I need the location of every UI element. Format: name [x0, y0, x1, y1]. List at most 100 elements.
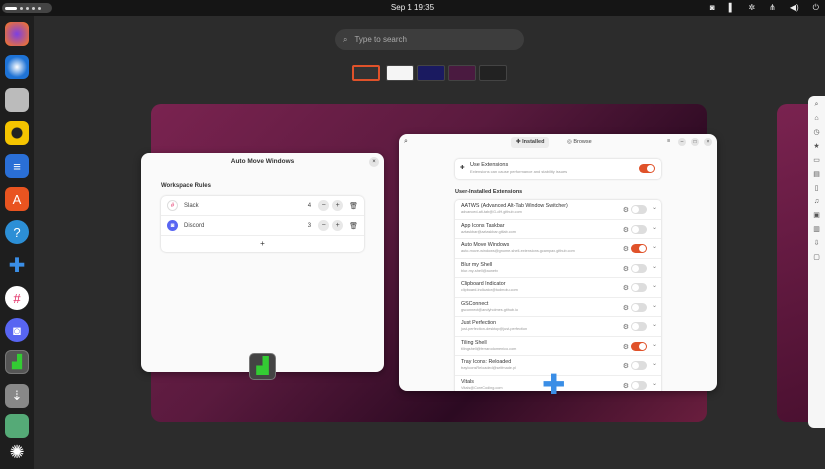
gear-icon[interactable]: ⚙: [623, 343, 629, 351]
extension-toggle[interactable]: [631, 205, 647, 214]
gear-icon[interactable]: ⚙: [623, 206, 629, 214]
gear-icon[interactable]: ⚙: [623, 323, 629, 331]
gear-icon[interactable]: ⚙: [623, 382, 629, 390]
extension-toggle[interactable]: [631, 341, 647, 351]
show-apps-icon[interactable]: ✺: [5, 440, 29, 464]
extension-toggle[interactable]: [631, 283, 647, 292]
extension-row: GSConnect gsconnect@andyholmes.github.io ⚙…: [455, 298, 661, 317]
extension-toggle[interactable]: [631, 224, 647, 234]
workspace-thumb-5[interactable]: [479, 65, 507, 81]
files-icon[interactable]: [5, 88, 29, 112]
downloads-icon[interactable]: ⇩: [814, 239, 820, 247]
music-icon[interactable]: ♫: [814, 198, 819, 205]
decrement-button[interactable]: −: [318, 200, 330, 211]
trash-icon[interactable]: [5, 414, 29, 438]
search-icon[interactable]: ⌕: [404, 138, 408, 146]
workspace-thumb-3[interactable]: [417, 65, 445, 81]
recent-icon[interactable]: ◷: [813, 128, 819, 136]
extension-name: AATWS (Advanced Alt-Tab Window Switcher): [461, 203, 568, 209]
chevron-down-icon[interactable]: ⌄: [652, 263, 657, 270]
power-icon[interactable]: ⏻: [813, 3, 819, 13]
gear-icon[interactable]: ⚙: [623, 304, 629, 312]
close-button[interactable]: ×: [369, 157, 379, 167]
chevron-down-icon[interactable]: ⌄: [652, 282, 657, 289]
writer-icon[interactable]: ≡: [5, 154, 29, 178]
increment-button[interactable]: +: [332, 220, 344, 231]
extension-toggle[interactable]: [631, 322, 647, 331]
delete-icon[interactable]: 🗑: [349, 222, 358, 230]
extension-toggle[interactable]: [631, 302, 647, 312]
clock[interactable]: Sep 1 19:35: [0, 3, 825, 12]
volume-icon[interactable]: ◀): [790, 3, 799, 13]
search-input[interactable]: ⌕ Type to search: [335, 29, 524, 50]
app-center-icon[interactable]: A: [5, 187, 29, 211]
use-extensions-title: Use Extensions: [470, 162, 509, 168]
close-button[interactable]: ×: [704, 138, 712, 146]
chevron-down-icon[interactable]: ⌄: [652, 243, 657, 250]
drive-icon[interactable]: ▢: [813, 253, 820, 261]
usb-drive-icon[interactable]: ⇣: [5, 384, 29, 408]
extension-manager-app-icon: ▟: [249, 353, 276, 380]
network-icon[interactable]: ⋔: [769, 3, 776, 13]
extension-name: App Icons Taskbar: [461, 222, 505, 229]
chevron-down-icon[interactable]: ⌄: [652, 360, 657, 367]
workspace-thumb-4[interactable]: [448, 65, 476, 81]
extension-row: Auto Move Windows auto-move-windows@gnome…: [455, 239, 661, 259]
discord-icon[interactable]: ◙: [5, 318, 29, 342]
chevron-down-icon[interactable]: ⌄: [652, 341, 657, 348]
search-icon: ⌕: [343, 34, 348, 44]
search-icon[interactable]: ⌕: [815, 101, 819, 109]
documents-icon[interactable]: ▯: [815, 184, 819, 192]
gear-icon[interactable]: ⚙: [623, 362, 629, 370]
maximize-button[interactable]: □: [691, 138, 699, 146]
pictures-icon[interactable]: ▣: [813, 211, 820, 219]
thunderbird-icon[interactable]: [5, 55, 29, 79]
discord-icon[interactable]: ◙: [710, 3, 715, 13]
settings-icon[interactable]: ✲: [748, 3, 755, 13]
add-rule-button[interactable]: +: [161, 236, 364, 252]
minimize-button[interactable]: –: [678, 138, 686, 146]
extension-toggle[interactable]: [631, 244, 647, 253]
rule-row: ◙ Discord 3 − + 🗑: [161, 216, 364, 236]
extension-toggle[interactable]: [631, 380, 647, 390]
gear-icon[interactable]: ⚙: [623, 226, 629, 234]
extensions-list: AATWS (Advanced Alt-Tab Window Switcher)…: [455, 200, 661, 391]
help-icon[interactable]: ?: [5, 220, 29, 244]
chevron-down-icon[interactable]: ⌄: [652, 302, 657, 309]
workspace-thumb-1[interactable]: [352, 65, 380, 81]
network-icon[interactable]: ▭: [813, 156, 820, 164]
menu-icon[interactable]: ≡: [667, 138, 670, 144]
system-tray[interactable]: ◙ ▌ ✲ ⋔ ◀) ⏻: [710, 3, 819, 13]
chevron-down-icon[interactable]: ⌄: [652, 321, 657, 328]
slack-icon[interactable]: #: [5, 286, 29, 310]
chevron-down-icon[interactable]: ⌄: [652, 224, 657, 231]
gear-icon[interactable]: ⚙: [623, 245, 629, 253]
tab-installed[interactable]: ✚ Installed: [511, 137, 550, 148]
videos-icon[interactable]: ▥: [813, 225, 820, 233]
extension-manager-icon[interactable]: ▟: [5, 350, 29, 374]
chevron-down-icon[interactable]: ⌄: [652, 380, 657, 387]
home-icon[interactable]: ⌂: [814, 115, 818, 122]
extension-row: Just Perfection just-perfection-desktop@j…: [455, 317, 661, 337]
extension-toggle[interactable]: [631, 263, 647, 273]
tab-browse[interactable]: ◎ Browse: [562, 137, 597, 148]
layout-icon[interactable]: ▌: [729, 3, 735, 13]
tab-label: Browse: [573, 139, 592, 145]
use-extensions-toggle[interactable]: [639, 164, 655, 173]
trash-icon[interactable]: ▤: [813, 170, 820, 178]
starred-icon[interactable]: ★: [813, 142, 819, 150]
extensions-icon[interactable]: ✚: [5, 253, 29, 277]
increment-button[interactable]: +: [332, 200, 344, 211]
rhythmbox-icon[interactable]: [5, 121, 29, 145]
decrement-button[interactable]: −: [318, 220, 330, 231]
firefox-icon[interactable]: [5, 22, 29, 46]
delete-icon[interactable]: 🗑: [349, 202, 358, 210]
workspace-thumb-2[interactable]: [386, 65, 414, 81]
discord-icon: ◙: [167, 220, 178, 231]
files-window-sidebar[interactable]: ⌕ ⌂ ◷ ★ ▭ ▤ ▯ ♫ ▣ ▥ ⇩ ▢: [808, 96, 825, 428]
chevron-down-icon[interactable]: ⌄: [652, 204, 657, 211]
extension-name: Just Perfection: [461, 320, 497, 326]
gear-icon[interactable]: ⚙: [623, 265, 629, 273]
extension-toggle[interactable]: [631, 361, 647, 370]
gear-icon[interactable]: ⚙: [623, 284, 629, 292]
